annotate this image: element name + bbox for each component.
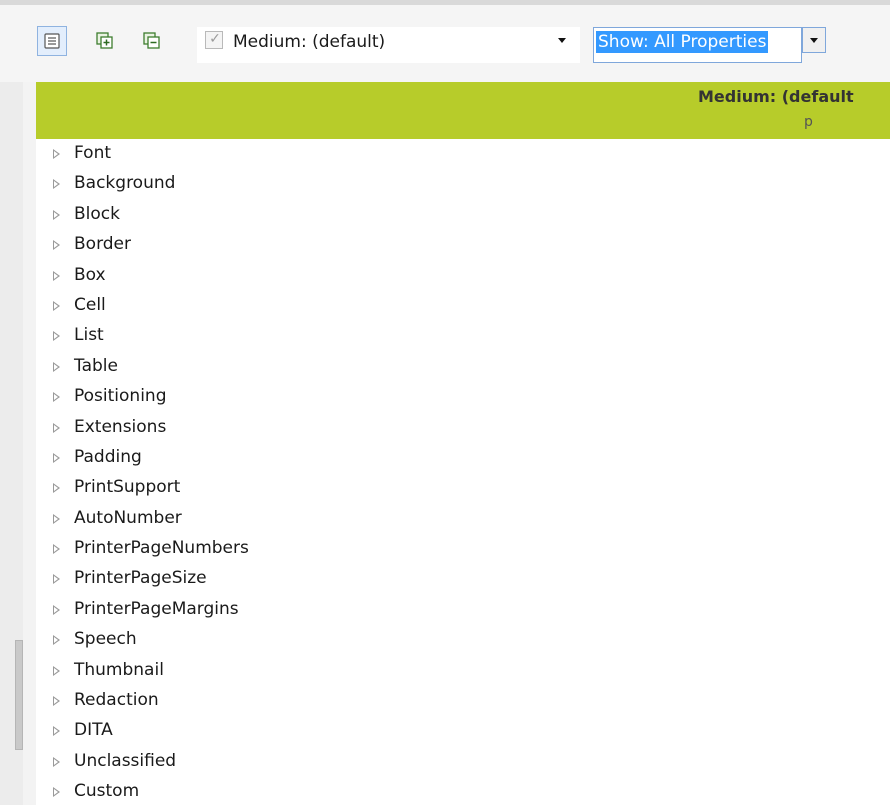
row-gutter xyxy=(23,82,36,805)
tree-item-background[interactable]: Background xyxy=(36,169,890,199)
tree-item-label: PrinterPageNumbers xyxy=(74,538,249,559)
toolbar: ✓ Medium: (default) Show: All Properties xyxy=(0,5,890,82)
tree-item-box[interactable]: Box xyxy=(36,261,890,291)
expand-arrow-icon[interactable] xyxy=(53,696,60,707)
tree-item-label: Redaction xyxy=(74,690,159,711)
tree-item-block[interactable]: Block xyxy=(36,200,890,230)
tree-item-border[interactable]: Border xyxy=(36,230,890,260)
expand-arrow-icon[interactable] xyxy=(53,635,60,646)
style-header-element: p xyxy=(804,114,813,130)
tree-item-label: Border xyxy=(74,234,131,255)
expand-arrow-icon[interactable] xyxy=(53,452,60,463)
tree-item-label: DITA xyxy=(74,720,113,741)
tree-item-speech[interactable]: Speech xyxy=(36,625,890,655)
show-select-value: Show: All Properties xyxy=(596,31,769,53)
tree-item-custom[interactable]: Custom xyxy=(36,777,890,807)
tree-item-label: Positioning xyxy=(74,386,167,407)
show-select[interactable]: Show: All Properties xyxy=(593,27,833,64)
tree-item-label: PrinterPageMargins xyxy=(74,598,239,619)
expand-arrow-icon[interactable] xyxy=(53,179,60,190)
tree-item-label: Cell xyxy=(74,294,106,315)
tree-item-list[interactable]: List xyxy=(36,321,890,351)
tree-item-padding[interactable]: Padding xyxy=(36,443,890,473)
tree-item-unclassified[interactable]: Unclassified xyxy=(36,747,890,777)
style-header-title: Medium: (default xyxy=(698,87,854,106)
tree-item-label: Box xyxy=(74,264,106,285)
tree-item-label: Background xyxy=(74,173,176,194)
tree-item-label: AutoNumber xyxy=(74,507,182,528)
show-dropdown-button[interactable] xyxy=(802,27,826,53)
tree-item-printerpagenumbers[interactable]: PrinterPageNumbers xyxy=(36,534,890,564)
expand-arrow-icon[interactable] xyxy=(53,149,60,159)
tree-item-dita[interactable]: DITA xyxy=(36,716,890,746)
tree-item-autonumber[interactable]: AutoNumber xyxy=(36,504,890,534)
expand-arrow-icon[interactable] xyxy=(53,270,60,281)
tree-item-cell[interactable]: Cell xyxy=(36,291,890,321)
tree-item-thumbnail[interactable]: Thumbnail xyxy=(36,656,890,686)
medium-select[interactable]: ✓ Medium: (default) xyxy=(197,27,580,63)
tree-item-table[interactable]: Table xyxy=(36,352,890,382)
tree-item-label: PrintSupport xyxy=(74,477,181,498)
tree-item-label: Block xyxy=(74,203,120,224)
expand-arrow-icon[interactable] xyxy=(53,422,60,433)
tree-item-label: Speech xyxy=(74,629,137,650)
expand-arrow-icon[interactable] xyxy=(53,665,60,676)
tree-item-redaction[interactable]: Redaction xyxy=(36,686,890,716)
medium-select-value: Medium: (default) xyxy=(233,32,386,52)
expand-all-icon xyxy=(95,31,115,51)
show-select-box[interactable]: Show: All Properties xyxy=(593,27,802,63)
medium-checkbox[interactable]: ✓ xyxy=(205,31,223,49)
chevron-down-icon xyxy=(810,38,818,43)
splitter-handle[interactable] xyxy=(15,640,23,750)
expand-arrow-icon[interactable] xyxy=(53,361,60,372)
tree-item-label: Table xyxy=(74,355,118,376)
tree-item-positioning[interactable]: Positioning xyxy=(36,382,890,412)
list-view-icon xyxy=(43,32,61,50)
collapse-all-icon xyxy=(142,31,162,51)
tree-item-printerpagemargins[interactable]: PrinterPageMargins xyxy=(36,595,890,625)
expand-all-button[interactable] xyxy=(90,26,120,56)
tree-item-extensions[interactable]: Extensions xyxy=(36,413,890,443)
expand-arrow-icon[interactable] xyxy=(53,787,60,798)
expand-arrow-icon[interactable] xyxy=(53,483,60,494)
tree-item-label: Thumbnail xyxy=(74,659,164,680)
expand-arrow-icon[interactable] xyxy=(53,209,60,220)
expand-arrow-icon[interactable] xyxy=(53,331,60,342)
expand-arrow-icon[interactable] xyxy=(53,574,60,585)
medium-dropdown-arrow-icon[interactable] xyxy=(558,38,566,43)
checkmark-icon: ✓ xyxy=(209,31,221,47)
tree-item-label: Extensions xyxy=(74,416,167,437)
expand-arrow-icon[interactable] xyxy=(53,726,60,737)
tree-item-label: Padding xyxy=(74,446,142,467)
tree-item-label: PrinterPageSize xyxy=(74,568,207,589)
expand-arrow-icon[interactable] xyxy=(53,392,60,403)
expand-arrow-icon[interactable] xyxy=(53,756,60,767)
tree-item-label: List xyxy=(74,325,104,346)
collapse-all-button[interactable] xyxy=(137,26,167,56)
expand-arrow-icon[interactable] xyxy=(53,300,60,311)
tree-item-label: Font xyxy=(74,143,112,163)
tree-item-font[interactable]: Font xyxy=(36,139,890,169)
tree-item-printsupport[interactable]: PrintSupport xyxy=(36,473,890,503)
expand-arrow-icon[interactable] xyxy=(53,604,60,615)
property-category-tree: Font Background Block Border Box Cell Li… xyxy=(36,139,890,808)
style-header: Medium: (default p xyxy=(36,82,890,139)
list-view-button[interactable] xyxy=(37,26,67,56)
tree-item-label: Unclassified xyxy=(74,750,177,771)
expand-arrow-icon[interactable] xyxy=(53,544,60,555)
tree-item-printerpagesize[interactable]: PrinterPageSize xyxy=(36,564,890,594)
expand-arrow-icon[interactable] xyxy=(53,513,60,524)
tree-item-label: Custom xyxy=(74,781,140,802)
expand-arrow-icon[interactable] xyxy=(53,240,60,251)
